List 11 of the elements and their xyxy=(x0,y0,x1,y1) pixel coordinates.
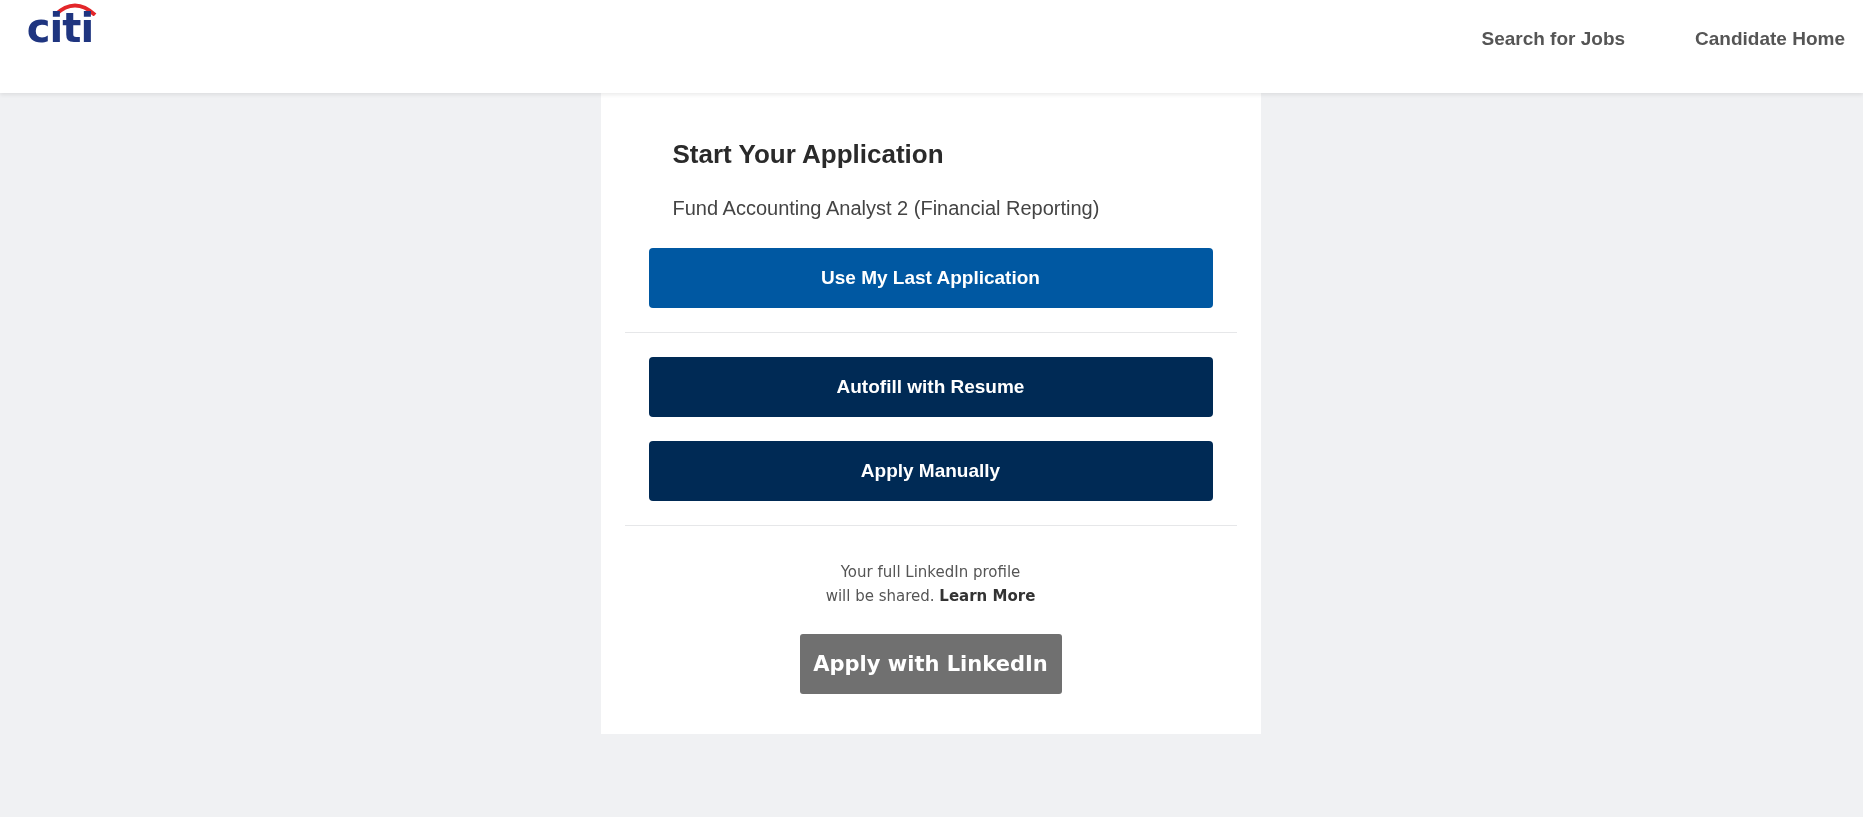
nav-link[interactable]: Candidate Home xyxy=(1695,28,1845,50)
nav-link[interactable]: Search for Jobs xyxy=(1481,28,1626,50)
job-title: Fund Accounting Analyst 2 (Financial Reporting) xyxy=(672,197,1101,220)
apply-option-button[interactable]: Apply Manually xyxy=(648,441,1213,501)
linkedin-note: Your full LinkedIn profile will be shared. Learn More xyxy=(825,562,1036,607)
apply-option-button[interactable]: Autofill with Resume xyxy=(648,357,1213,417)
learn-more-link[interactable]: Learn More xyxy=(939,587,1036,605)
apply-option-button[interactable]: Use My Last Application xyxy=(648,248,1213,308)
linkedin-button[interactable]: Apply with LinkedIn xyxy=(799,634,1062,694)
logo[interactable]: citi xyxy=(26,6,94,50)
card-title: Start Your Application xyxy=(672,139,945,170)
